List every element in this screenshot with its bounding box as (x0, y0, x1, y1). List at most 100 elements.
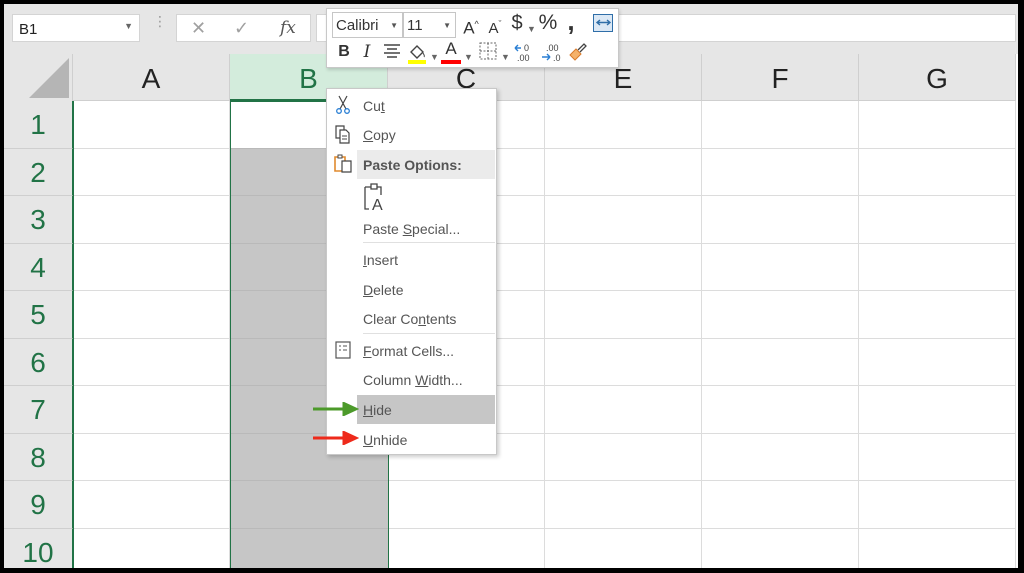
cell-a10[interactable] (73, 528, 230, 568)
cell-g8[interactable] (859, 433, 1016, 481)
cell-g10[interactable] (859, 528, 1016, 568)
formula-bar-grip-icon[interactable]: ⋮ (153, 14, 167, 38)
column-header-g[interactable]: G (859, 54, 1016, 101)
column-header-f[interactable]: F (702, 54, 859, 101)
cell-g3[interactable] (859, 196, 1016, 244)
decrease-font-size-button[interactable]: Aˇ (485, 14, 505, 39)
row-header-7[interactable]: 7 (4, 386, 73, 434)
increase-decimal-button[interactable]: 0.00 (513, 42, 537, 67)
row-header-4[interactable]: 4 (4, 243, 73, 291)
cell-a5[interactable] (73, 291, 230, 339)
font-name-dropdown-icon[interactable]: ▼ (390, 21, 398, 30)
currency-button[interactable]: $ (509, 13, 525, 33)
font-size-box[interactable]: 11 ▼ (403, 12, 456, 38)
menu-item-copy[interactable]: Copy (327, 120, 496, 149)
cell-a4[interactable] (73, 243, 230, 291)
cell-b9[interactable] (230, 481, 388, 529)
menu-item-label: Paste Options: (363, 157, 462, 173)
merge-center-button[interactable] (593, 14, 613, 32)
cell-f5[interactable] (702, 291, 859, 339)
cell-f4[interactable] (702, 243, 859, 291)
row-header-2[interactable]: 2 (4, 148, 73, 196)
menu-item-label: Paste Special... (363, 221, 461, 237)
name-box[interactable]: B1 ▼ (12, 14, 140, 42)
menu-header-paste-options: Paste Options: (357, 150, 495, 179)
cell-e5[interactable] (545, 291, 702, 339)
font-color-button[interactable]: A (441, 39, 461, 65)
row-header-6[interactable]: 6 (4, 338, 73, 386)
cell-a8[interactable] (73, 433, 230, 481)
align-center-button[interactable] (382, 42, 402, 65)
cell-a6[interactable] (73, 338, 230, 386)
name-box-dropdown-icon[interactable]: ▼ (124, 21, 133, 31)
cell-g1[interactable] (859, 101, 1016, 149)
format-painter-button[interactable] (567, 41, 589, 68)
cell-a3[interactable] (73, 196, 230, 244)
menu-item-delete[interactable]: Delete (327, 275, 496, 304)
menu-item-column-width[interactable]: Column Width... (327, 365, 496, 394)
cell-f3[interactable] (702, 196, 859, 244)
menu-item-cut[interactable]: Cut (327, 91, 496, 120)
menu-item-clear-contents[interactable]: Clear Contents (327, 304, 496, 333)
cell-e3[interactable] (545, 196, 702, 244)
cell-e2[interactable] (545, 148, 702, 196)
select-all-button[interactable] (4, 54, 73, 101)
font-color-dropdown-icon[interactable]: ▼ (464, 47, 473, 67)
cell-f2[interactable] (702, 148, 859, 196)
cell-g6[interactable] (859, 338, 1016, 386)
borders-dropdown-icon[interactable]: ▼ (501, 47, 510, 67)
cell-a7[interactable] (73, 386, 230, 434)
decrease-decimal-button[interactable]: .00.0 (540, 42, 564, 67)
italic-button[interactable]: I (361, 42, 373, 62)
bold-button[interactable]: B (337, 42, 351, 62)
insert-function-button[interactable]: fx (280, 18, 296, 38)
row-header-1[interactable]: 1 (4, 101, 73, 149)
row-header-9[interactable]: 9 (4, 481, 73, 529)
comma-style-button[interactable]: , (564, 8, 578, 34)
menu-item-insert[interactable]: Insert (327, 245, 496, 274)
cell-f7[interactable] (702, 386, 859, 434)
cell-c9[interactable] (388, 481, 545, 529)
row-header-3[interactable]: 3 (4, 196, 73, 244)
cell-a1[interactable] (73, 101, 230, 149)
paste-values-option-button[interactable]: A (363, 181, 391, 214)
cell-f9[interactable] (702, 481, 859, 529)
fill-color-dropdown-icon[interactable]: ▼ (430, 47, 439, 67)
row-header-5[interactable]: 5 (4, 291, 73, 339)
enter-icon[interactable]: ✓ (234, 18, 249, 39)
borders-button[interactable] (478, 42, 498, 65)
cell-e6[interactable] (545, 338, 702, 386)
row-header-8[interactable]: 8 (4, 433, 73, 481)
cell-f8[interactable] (702, 433, 859, 481)
row-header-10[interactable]: 10 (4, 528, 73, 568)
cell-f1[interactable] (702, 101, 859, 149)
currency-dropdown-icon[interactable]: ▼ (527, 19, 536, 39)
cell-g7[interactable] (859, 386, 1016, 434)
cell-b10[interactable] (230, 528, 388, 568)
cell-c10[interactable] (388, 528, 545, 568)
cell-e10[interactable] (545, 528, 702, 568)
cell-a2[interactable] (73, 148, 230, 196)
cell-e4[interactable] (545, 243, 702, 291)
cell-g2[interactable] (859, 148, 1016, 196)
percent-button[interactable]: % (537, 12, 559, 33)
cell-g5[interactable] (859, 291, 1016, 339)
cell-e8[interactable] (545, 433, 702, 481)
cell-g4[interactable] (859, 243, 1016, 291)
cell-g9[interactable] (859, 481, 1016, 529)
font-name-box[interactable]: Calibri ▼ (332, 12, 403, 38)
menu-item-format-cells[interactable]: Format Cells... (327, 336, 496, 365)
cancel-icon[interactable]: ✕ (191, 18, 206, 39)
cell-e1[interactable] (545, 101, 702, 149)
cell-e7[interactable] (545, 386, 702, 434)
fill-color-button[interactable] (407, 41, 427, 65)
increase-font-size-button[interactable]: A^ (461, 14, 481, 39)
cell-f6[interactable] (702, 338, 859, 386)
cell-e9[interactable] (545, 481, 702, 529)
cell-a9[interactable] (73, 481, 230, 529)
column-header-a[interactable]: A (73, 54, 230, 101)
cell-f10[interactable] (702, 528, 859, 568)
menu-item-paste-special[interactable]: Paste Special... (327, 214, 496, 243)
menu-item-hide[interactable]: Hide (357, 395, 495, 424)
font-size-dropdown-icon[interactable]: ▼ (443, 21, 451, 30)
